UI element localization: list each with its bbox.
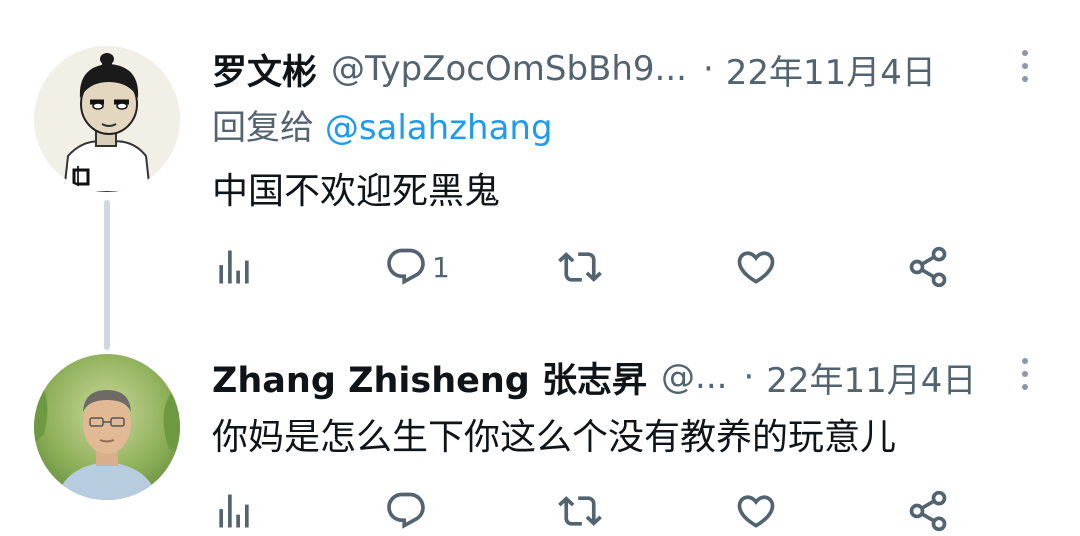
retweet-button[interactable]: [558, 242, 602, 292]
share-button[interactable]: [906, 486, 950, 536]
retweet-button[interactable]: [558, 486, 602, 536]
speech-bubble-icon: [387, 492, 425, 529]
views-button[interactable]: [212, 486, 256, 536]
retweet-icon: [558, 496, 602, 526]
separator-dot: ·: [743, 357, 755, 397]
views-button[interactable]: [212, 242, 256, 292]
tweet-header: Zhang Zhisheng 张志昇 @... · 22年11月4日: [212, 352, 976, 402]
tweet-actions: [212, 486, 1012, 536]
more-options-icon[interactable]: [1010, 352, 1040, 396]
tweet-date[interactable]: 22年11月4日: [726, 45, 936, 94]
avatar[interactable]: [34, 46, 180, 192]
author-handle[interactable]: @TypZocOmSbBh9...: [331, 49, 687, 89]
retweet-icon: [558, 252, 602, 282]
thread-connector-line: [104, 200, 110, 350]
share-button[interactable]: [906, 242, 950, 292]
separator-dot: ·: [702, 49, 714, 89]
share-icon: [909, 246, 947, 288]
reply-mention-link[interactable]: @salahzhang: [325, 108, 553, 148]
reply-button[interactable]: [384, 486, 428, 536]
reply-count: 1: [432, 250, 450, 284]
author-handle[interactable]: @...: [661, 357, 727, 397]
author-name[interactable]: Zhang Zhisheng 张志昇: [212, 352, 647, 403]
reply-prefix: 回复给: [212, 108, 314, 148]
bar-chart-icon: [219, 250, 249, 284]
speech-bubble-icon: [387, 248, 425, 285]
reply-button[interactable]: 1: [384, 242, 450, 292]
tweet-date[interactable]: 22年11月4日: [766, 353, 976, 402]
heart-icon: [737, 251, 775, 284]
bar-chart-icon: [219, 494, 249, 528]
like-button[interactable]: [734, 242, 778, 292]
cartoon-avatar-image: [34, 46, 180, 192]
like-button[interactable]: [734, 486, 778, 536]
reply-context: 回复给 @salahzhang: [212, 100, 553, 149]
heart-icon: [737, 495, 775, 528]
tweet-header: 罗文彬 @TypZocOmSbBh9... · 22年11月4日: [212, 44, 936, 94]
share-icon: [909, 490, 947, 532]
author-name[interactable]: 罗文彬: [212, 44, 317, 95]
avatar[interactable]: [34, 354, 180, 500]
tweet-text: 中国不欢迎死黑鬼: [212, 171, 501, 212]
tweet-actions: 1: [212, 242, 1012, 292]
more-options-icon[interactable]: [1010, 44, 1040, 88]
tweet-text: 你妈是怎么生下你这么个没有教养的玩意儿: [212, 417, 897, 458]
photo-avatar-image: [34, 354, 180, 500]
